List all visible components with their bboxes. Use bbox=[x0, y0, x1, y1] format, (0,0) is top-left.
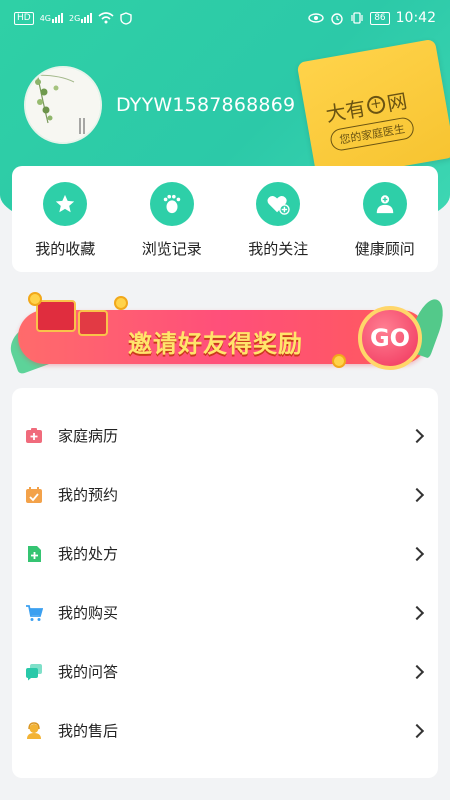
chevron-right-icon bbox=[409, 487, 425, 502]
chevron-right-icon bbox=[409, 605, 425, 620]
quick-action-label: 我的收藏 bbox=[35, 240, 96, 258]
quick-action-label: 浏览记录 bbox=[141, 240, 202, 258]
chevron-right-icon bbox=[409, 546, 425, 561]
quick-action-favorites[interactable]: 我的收藏 bbox=[17, 182, 113, 272]
cart-icon bbox=[24, 603, 44, 623]
menu-item-label: 我的售后 bbox=[58, 722, 119, 740]
brand-title-prefix: 大有 bbox=[323, 95, 368, 127]
red-envelope-icon bbox=[36, 300, 76, 332]
heart-plus-icon bbox=[256, 182, 301, 226]
medical-record-icon bbox=[24, 426, 44, 446]
menu-item-label: 家庭病历 bbox=[58, 427, 119, 445]
coin-icon bbox=[114, 296, 128, 310]
menu-item-qa[interactable]: 我的问答 bbox=[12, 642, 438, 701]
signal-2g-icon: 2G bbox=[69, 13, 93, 23]
menu-item-prescriptions[interactable]: 我的处方 bbox=[12, 524, 438, 583]
go-button[interactable]: GO bbox=[358, 306, 422, 370]
menu-item-family-records[interactable]: 家庭病历 bbox=[12, 406, 438, 465]
status-bar: HD 4G 2G 86 10:42 bbox=[0, 0, 450, 36]
signal-4g-label: 4G bbox=[39, 14, 51, 23]
menu-item-after-sales[interactable]: 我的售后 bbox=[12, 701, 438, 760]
menu-item-label: 我的处方 bbox=[58, 545, 119, 563]
menu-item-label: 我的购买 bbox=[58, 604, 119, 622]
quick-action-label: 健康顾问 bbox=[354, 240, 415, 258]
status-time: 10:42 bbox=[395, 10, 436, 26]
doctor-icon bbox=[362, 182, 407, 226]
quick-action-history[interactable]: 浏览记录 bbox=[124, 182, 220, 272]
signal-2g-label: 2G bbox=[69, 14, 81, 23]
quick-actions-card: 我的收藏 浏览记录 我的关注 健康顾问 bbox=[12, 166, 438, 272]
menu-item-label: 我的预约 bbox=[58, 486, 119, 504]
status-bar-right: 86 10:42 bbox=[308, 10, 436, 26]
menu-item-purchases[interactable]: 我的购买 bbox=[12, 583, 438, 642]
wifi-icon bbox=[98, 12, 114, 24]
chevron-right-icon bbox=[409, 723, 425, 738]
vibrate-icon bbox=[351, 12, 363, 24]
qa-icon bbox=[24, 662, 44, 682]
red-envelope-icon bbox=[78, 310, 108, 336]
chevron-right-icon bbox=[409, 428, 425, 443]
footprint-icon bbox=[149, 182, 194, 226]
quick-action-label: 我的关注 bbox=[248, 240, 309, 258]
coin-icon bbox=[28, 292, 42, 306]
brand-plus-icon: + bbox=[365, 93, 387, 115]
coin-icon bbox=[332, 354, 346, 368]
battery-icon: 86 bbox=[370, 11, 390, 25]
invite-banner[interactable]: 邀请好友得奖励 GO bbox=[4, 292, 450, 375]
shield-icon bbox=[120, 11, 132, 25]
banner-text: 邀请好友得奖励 bbox=[128, 330, 303, 358]
quick-action-health-advisor[interactable]: 健康顾问 bbox=[337, 182, 433, 272]
appointment-icon bbox=[24, 485, 44, 505]
prescription-icon bbox=[24, 544, 44, 564]
status-bar-left: HD 4G 2G bbox=[14, 11, 132, 25]
eye-icon bbox=[308, 13, 324, 23]
username[interactable]: DYYW1587868869 bbox=[116, 94, 295, 116]
quick-action-following[interactable]: 我的关注 bbox=[230, 182, 326, 272]
after-sales-icon bbox=[24, 721, 44, 741]
brand-card[interactable]: 大有 + 网 您的家庭医生 bbox=[296, 38, 450, 182]
hd-icon: HD bbox=[14, 11, 34, 25]
menu-item-label: 我的问答 bbox=[58, 663, 119, 681]
chevron-right-icon bbox=[409, 664, 425, 679]
alarm-icon bbox=[331, 13, 343, 25]
star-icon bbox=[43, 182, 88, 226]
brand-title-suffix: 网 bbox=[385, 88, 409, 116]
menu-card: 家庭病历 我的预约 我的处方 我的购买 我的问答 我的售后 bbox=[12, 388, 438, 778]
avatar[interactable] bbox=[24, 66, 102, 144]
menu-item-appointments[interactable]: 我的预约 bbox=[12, 465, 438, 524]
signal-4g-icon: 4G bbox=[40, 13, 63, 23]
